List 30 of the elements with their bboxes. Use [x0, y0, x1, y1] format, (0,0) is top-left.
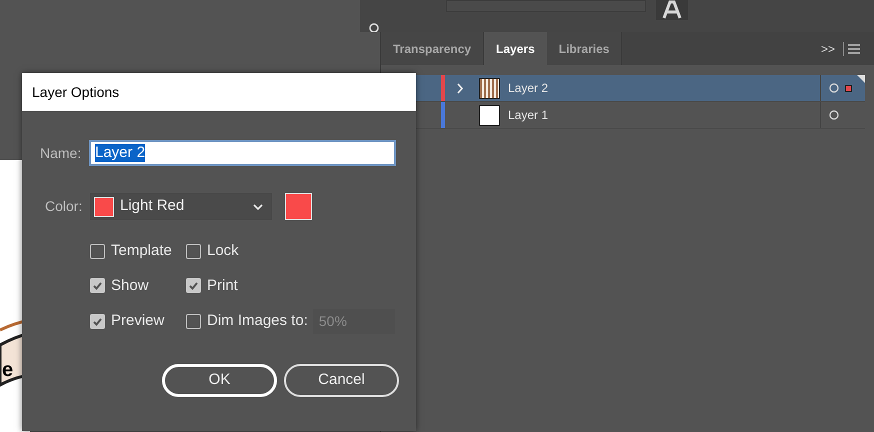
check-icon — [188, 280, 199, 292]
menu-icon[interactable] — [848, 44, 860, 54]
overflow-button[interactable]: >> — [816, 32, 839, 65]
color-label: Color: — [45, 197, 84, 216]
check-icon — [92, 316, 103, 327]
corner-mark-icon — [857, 75, 865, 83]
artwork-text: e — [2, 360, 14, 380]
target-icon[interactable] — [829, 110, 839, 120]
dialog-button[interactable]: Cancel — [284, 364, 399, 397]
target-icon[interactable] — [829, 83, 839, 93]
check-icon — [92, 280, 103, 292]
checkbox[interactable]: Dim Images to: — [186, 310, 308, 333]
type-tool-icon[interactable] — [656, 0, 688, 20]
panel-tab[interactable]: Libraries — [546, 32, 622, 65]
name-field[interactable]: Layer 2 — [89, 140, 396, 166]
panel-tab[interactable]: Transparency — [381, 32, 484, 65]
checkbox[interactable]: Show — [90, 274, 186, 297]
layer-name[interactable]: Layer 2 — [508, 79, 548, 97]
panel-tab[interactable]: Layers — [484, 32, 547, 65]
checkbox[interactable]: Lock — [186, 240, 416, 262]
dialog-title: Layer Options — [32, 82, 120, 102]
color-dropdown[interactable]: Light Red — [90, 193, 272, 220]
checkbox[interactable]: Preview — [90, 309, 186, 334]
chevron-down-icon — [253, 202, 263, 210]
checkbox[interactable]: Template — [90, 240, 186, 262]
checkbox[interactable]: Print — [186, 274, 416, 297]
name-label: Name: — [40, 144, 82, 162]
dialog-button[interactable]: OK — [162, 364, 277, 397]
layer-name[interactable]: Layer 1 — [508, 106, 548, 124]
color-swatch[interactable] — [285, 193, 312, 220]
